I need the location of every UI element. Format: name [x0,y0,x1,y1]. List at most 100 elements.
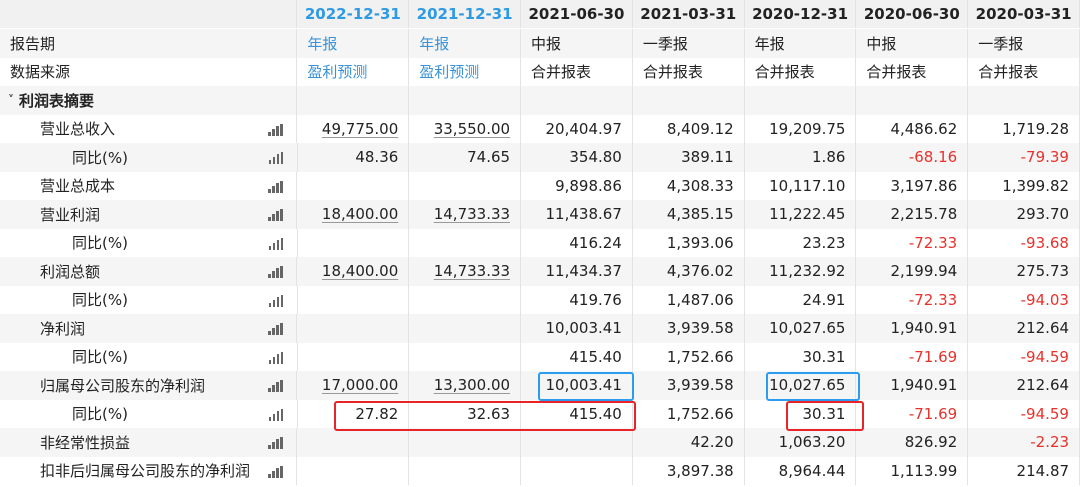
value-text[interactable]: 27.82 [355,405,398,423]
value-text[interactable]: -72.33 [909,234,957,252]
value-cell[interactable]: 27.82 [298,399,410,428]
value-cell[interactable]: 415.40 [521,342,633,371]
column-date-header[interactable]: 2020-12-31 [745,0,857,28]
bar-chart-icon[interactable] [268,123,284,136]
value-text[interactable]: 4,486.62 [890,120,957,138]
data-source-cell[interactable]: 盈利预测 [297,57,410,86]
value-cell[interactable]: 1,063.20 [744,428,857,457]
value-text[interactable]: 14,733.33 [434,205,510,223]
bar-chart-icon[interactable] [268,323,284,335]
bar-chart-icon[interactable] [268,152,285,164]
value-cell[interactable]: 11,438.67 [521,200,633,229]
value-cell[interactable]: 10,027.65 [744,314,857,343]
value-text[interactable]: -72.33 [909,291,957,309]
value-cell[interactable]: 33,550.00 [409,114,522,143]
value-text[interactable]: 1,752.66 [667,348,734,366]
bar-chart-icon[interactable] [268,180,284,193]
value-text[interactable]: 3,897.38 [667,462,734,480]
value-cell[interactable]: 9,898.86 [521,171,633,200]
value-text[interactable]: 18,400.00 [322,262,398,280]
value-cell[interactable]: 17,000.00 [297,371,410,400]
value-text[interactable]: 11,438.67 [546,205,622,223]
value-cell[interactable]: 2,199.94 [856,257,969,286]
value-text[interactable]: 212.64 [1017,319,1070,337]
value-cell[interactable]: 1,940.91 [856,314,969,343]
value-cell[interactable]: 14,733.33 [409,200,522,229]
bar-chart-icon[interactable] [268,465,284,478]
value-text[interactable]: 10,027.65 [769,376,845,394]
value-cell[interactable]: -94.59 [968,399,1080,428]
value-text[interactable]: 1,399.82 [1002,177,1069,195]
data-source-cell[interactable]: 盈利预测 [409,57,522,86]
value-cell[interactable]: 419.76 [521,285,633,314]
value-text[interactable]: 293.70 [1017,205,1070,223]
value-text[interactable]: 30.31 [802,405,845,423]
value-cell[interactable]: 214.87 [968,456,1080,485]
value-cell[interactable]: 11,232.92 [744,257,857,286]
value-text[interactable]: 1,063.20 [779,433,846,451]
value-text[interactable]: 415.40 [569,405,622,423]
value-text[interactable]: 8,964.44 [779,462,846,480]
value-text[interactable]: 826.92 [905,433,958,451]
value-cell[interactable]: 1,399.82 [968,171,1080,200]
bar-chart-icon[interactable] [268,237,285,250]
value-text[interactable]: 11,232.92 [769,262,845,280]
value-cell[interactable]: 32.63 [409,399,522,428]
value-text[interactable]: -71.69 [909,405,957,423]
value-text[interactable]: 11,434.37 [546,262,622,280]
value-text[interactable]: 23.23 [802,234,845,252]
value-text[interactable]: 13,300.00 [434,376,510,394]
column-date-header[interactable]: 2021-06-30 [521,0,633,28]
value-cell[interactable]: -2.23 [968,428,1080,457]
value-cell[interactable]: 10,003.41 [521,314,633,343]
value-cell[interactable]: 1,393.06 [633,228,745,257]
bar-chart-icon[interactable] [268,209,284,221]
value-cell[interactable]: 1,113.99 [856,456,969,485]
value-cell[interactable]: -72.33 [856,285,969,314]
value-cell[interactable]: -71.69 [856,399,969,428]
value-text[interactable]: 354.80 [569,148,622,166]
value-text[interactable]: -79.39 [1021,148,1069,166]
value-text[interactable]: 214.87 [1017,462,1070,480]
value-cell[interactable]: 48.36 [297,143,410,172]
value-cell[interactable]: 2,215.78 [856,200,969,229]
value-cell[interactable]: 1,752.66 [633,399,745,428]
value-text[interactable]: 4,385.15 [667,205,734,223]
value-text[interactable]: 30.31 [802,348,845,366]
value-text[interactable]: 1,940.91 [890,319,957,337]
value-cell[interactable]: 1,752.66 [633,342,745,371]
value-cell[interactable]: 3,197.86 [856,171,969,200]
value-cell[interactable]: 11,434.37 [521,257,633,286]
value-text[interactable]: 415.40 [569,348,622,366]
value-cell[interactable]: 416.24 [521,228,633,257]
value-cell[interactable]: 74.65 [409,143,522,172]
value-cell[interactable]: 1,719.28 [968,114,1080,143]
value-text[interactable]: -68.16 [909,148,957,166]
value-cell[interactable]: 1.86 [744,143,857,172]
value-text[interactable]: 419.76 [569,291,622,309]
value-cell[interactable]: 30.31 [745,342,857,371]
value-cell[interactable]: 212.64 [968,371,1080,400]
value-cell[interactable]: 13,300.00 [409,371,522,400]
value-text[interactable]: 1,752.66 [667,405,734,423]
value-text[interactable]: 2,215.78 [890,205,957,223]
column-date-header[interactable]: 2020-03-31 [968,0,1080,28]
bar-chart-icon[interactable] [268,380,284,392]
value-cell[interactable]: -71.69 [856,342,969,371]
value-cell[interactable]: 4,486.62 [856,114,969,143]
value-cell[interactable]: -79.39 [968,143,1080,172]
value-text[interactable]: 11,222.45 [769,205,845,223]
value-cell[interactable]: 19,209.75 [745,114,857,143]
value-cell[interactable]: -68.16 [856,143,969,172]
value-cell[interactable]: 10,027.65 [744,371,857,400]
bar-chart-icon[interactable] [268,437,284,449]
value-cell[interactable]: 11,222.45 [744,200,857,229]
value-cell[interactable]: -72.33 [856,228,969,257]
value-text[interactable]: 2,199.94 [890,262,957,280]
value-text[interactable]: 3,939.58 [667,376,734,394]
value-text[interactable]: 4,376.02 [667,262,734,280]
chevron-down-icon[interactable]: ˅ [8,93,14,107]
value-text[interactable]: 10,003.41 [546,319,622,337]
value-cell[interactable]: 14,733.33 [409,257,522,286]
value-cell[interactable]: 49,775.00 [297,114,410,143]
